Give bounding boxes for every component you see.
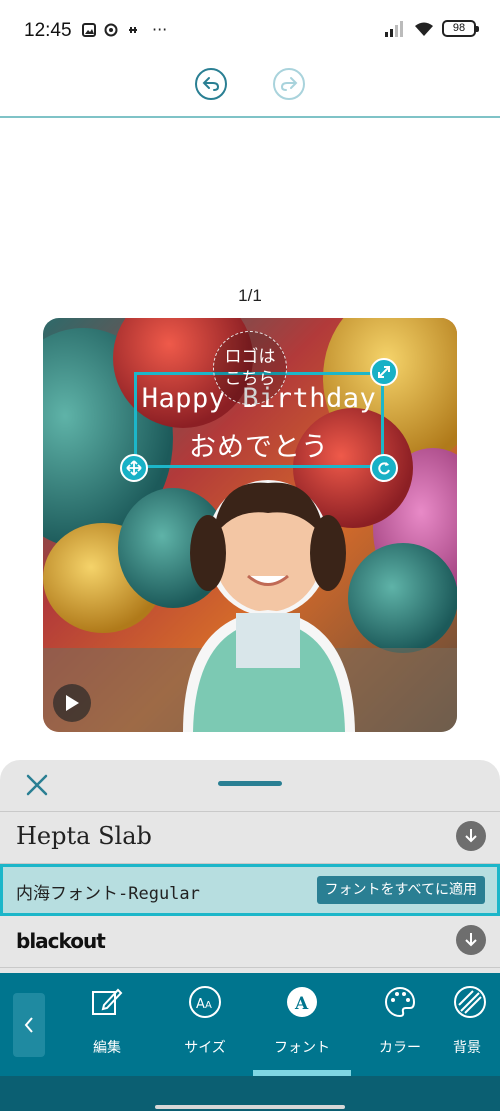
logo-placeholder[interactable]: ロゴは こちら: [213, 331, 287, 405]
more-notifications: ···: [152, 20, 168, 39]
undo-button[interactable]: [195, 68, 227, 100]
svg-text:A: A: [294, 994, 309, 1014]
battery-level: 98: [452, 22, 466, 34]
font-item-selected[interactable]: 内海フォント-Regular フォントをすべてに適用: [0, 864, 500, 916]
font-item[interactable]: Hepta Slab: [0, 812, 500, 864]
status-notification-icons: ···: [82, 20, 167, 39]
nav-item-background[interactable]: 背景: [453, 985, 500, 1065]
nav-back-button[interactable]: [13, 993, 45, 1057]
resize-handle[interactable]: [370, 358, 398, 386]
apply-font-to-all-button[interactable]: フォントをすべてに適用: [316, 876, 485, 904]
font-name: 内海フォント-Regular: [16, 884, 200, 904]
nav-item-size[interactable]: AA サイズ: [160, 985, 250, 1065]
chevron-left-icon: [24, 1017, 33, 1033]
font-size-icon: AA: [189, 986, 221, 1018]
logo-placeholder-line1: ロゴは: [224, 347, 276, 367]
font-name: blackout: [16, 929, 106, 953]
page-indicator: 1/1: [238, 286, 262, 305]
home-gesture-bar[interactable]: [155, 1105, 345, 1109]
svg-text:A: A: [196, 997, 205, 1012]
text-line-japanese: おめでとう: [189, 432, 329, 463]
font-name: Hepta Slab: [16, 822, 152, 850]
download-icon: [465, 933, 477, 947]
close-icon[interactable]: [24, 772, 50, 798]
rotate-handle[interactable]: [370, 454, 398, 482]
nav-label: 編集: [93, 1040, 121, 1056]
image-icon: [82, 22, 96, 37]
move-handle[interactable]: [120, 454, 148, 482]
nav-label: フォント: [274, 1040, 330, 1056]
status-bar: 12:45 ··· 98: [0, 0, 500, 62]
download-button[interactable]: [456, 925, 486, 955]
logo-placeholder-line2: こちら: [224, 369, 276, 389]
nav-label: カラー: [379, 1040, 421, 1056]
nav-item-font[interactable]: A フォント: [257, 985, 347, 1065]
design-canvas[interactable]: Happy Birthday おめでとう ロゴは こちら: [43, 318, 457, 732]
system-navigation-bar: [0, 1076, 500, 1111]
panel-header: [0, 760, 500, 812]
download-icon: [465, 829, 477, 843]
nav-label: 背景: [453, 1040, 481, 1056]
settings-icon: [104, 23, 118, 36]
bottom-navigation: 編集 AA サイズ A フォント カラー 背景: [0, 973, 500, 1076]
nav-item-color[interactable]: カラー: [355, 985, 445, 1065]
svg-text:A: A: [205, 1000, 212, 1011]
wifi-icon: [415, 22, 433, 36]
rotate-icon: [378, 462, 390, 475]
expand-icon: [378, 366, 390, 378]
palette-icon: [385, 986, 416, 1018]
battery-indicator: 98: [442, 20, 479, 37]
download-button[interactable]: [456, 821, 486, 851]
usb-icon: [129, 26, 137, 33]
font-icon: A: [287, 987, 317, 1017]
nav-label: サイズ: [184, 1040, 226, 1056]
nav-item-edit[interactable]: 編集: [62, 985, 152, 1065]
play-icon: [66, 695, 79, 711]
move-icon: [126, 460, 142, 476]
font-panel: Hepta Slab 内海フォント-Regular フォントをすべてに適用 bl…: [0, 760, 500, 973]
signal-icon: [385, 20, 403, 37]
undo-icon: [202, 77, 220, 91]
editor-toolbar: [0, 62, 500, 118]
redo-button[interactable]: [273, 68, 305, 100]
edit-icon: [92, 988, 123, 1015]
status-time: 12:45: [24, 20, 72, 41]
play-button[interactable]: [53, 684, 91, 722]
panel-drag-handle[interactable]: [218, 781, 282, 786]
font-item[interactable]: blackout: [0, 916, 500, 968]
background-icon: [454, 986, 486, 1018]
redo-icon: [280, 77, 298, 91]
